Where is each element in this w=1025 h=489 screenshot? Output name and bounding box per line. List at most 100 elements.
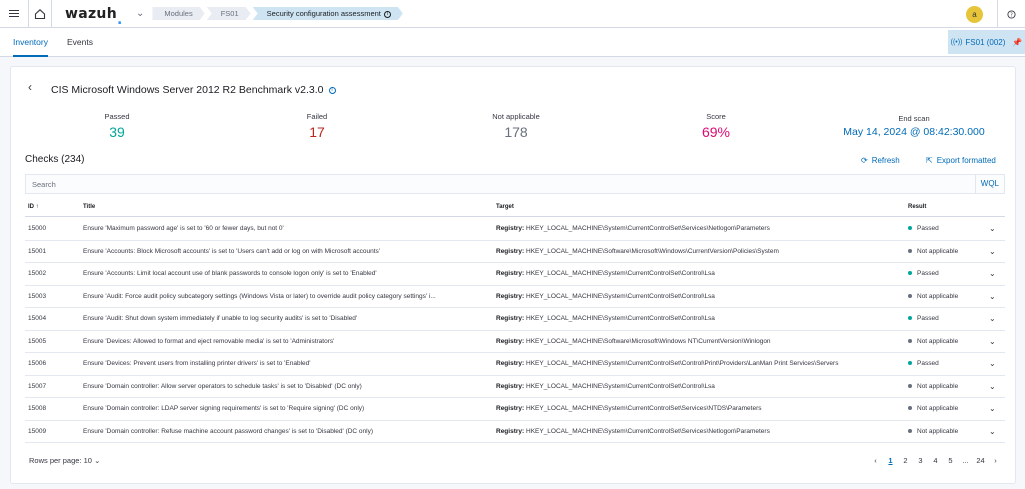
row-target: Registry: HKEY_LOCAL_MACHINE\System\Curr… xyxy=(496,360,839,367)
avatar[interactable]: a xyxy=(966,5,983,23)
stat-passed: Passed 39 xyxy=(91,112,143,140)
expand-chevron-icon[interactable]: ⌄ xyxy=(989,218,1003,240)
page-link[interactable]: ... xyxy=(958,456,973,465)
page-link[interactable]: 5 xyxy=(943,456,958,465)
breadcrumb-current: Security configuration assessment i xyxy=(253,7,403,20)
expand-chevron-icon[interactable]: ⌄ xyxy=(989,308,1003,330)
home-icon[interactable] xyxy=(28,0,52,28)
chevron-down-icon[interactable]: ⌄ xyxy=(136,8,144,19)
help-icon[interactable]: ? xyxy=(997,0,1025,28)
row-result: Not applicable xyxy=(908,376,988,398)
column-target-header[interactable]: Target xyxy=(496,198,906,217)
end-scan-value: May 14, 2024 @ 08:42:30.000 xyxy=(843,126,985,138)
row-title: Ensure 'Maximum password age' is set to … xyxy=(83,225,284,232)
row-title: Ensure 'Audit: Force audit policy subcat… xyxy=(83,292,436,300)
pin-icon[interactable]: 📌 xyxy=(1012,38,1022,47)
row-title: Ensure 'Audit: Shut down system immediat… xyxy=(83,315,358,322)
info-icon[interactable]: i xyxy=(328,86,336,94)
next-page-icon[interactable]: › xyxy=(988,456,1003,465)
page-link[interactable]: 4 xyxy=(928,456,943,465)
score-value: 69% xyxy=(701,124,731,140)
row-title: Ensure 'Domain controller: LDAP server s… xyxy=(83,405,365,412)
status-dot xyxy=(908,428,912,433)
chevron-down-icon: ⌄ xyxy=(94,456,101,465)
stat-failed: Failed 17 xyxy=(291,112,343,140)
status-dot xyxy=(908,316,912,321)
table-row[interactable]: 15002 Ensure 'Accounts: Limit local accou… xyxy=(25,263,1005,286)
breadcrumb-modules[interactable]: Modules xyxy=(152,7,204,20)
table-row[interactable]: 15006 Ensure 'Devices: Prevent users from… xyxy=(25,353,1005,376)
back-arrow-icon[interactable]: ‹ xyxy=(28,80,32,94)
column-title-header[interactable]: Title xyxy=(83,198,488,217)
row-target: Registry: HKEY_LOCAL_MACHINE\System\Curr… xyxy=(496,405,762,412)
table-row[interactable]: 15001 Ensure 'Accounts: Block Microsoft a… xyxy=(25,241,1005,263)
row-title: Ensure 'Accounts: Block Microsoft accoun… xyxy=(83,247,381,255)
page-link[interactable]: 24 xyxy=(973,456,988,465)
wazuh-logo[interactable]: wazuh. xyxy=(65,6,126,28)
table-row[interactable]: 15005 Ensure 'Devices: Allowed to format … xyxy=(25,331,1005,353)
expand-chevron-icon[interactable]: ⌄ xyxy=(989,263,1003,285)
refresh-button[interactable]: ⟳ Refresh xyxy=(861,156,900,165)
checks-title: Checks (234) xyxy=(25,154,85,165)
table-row[interactable]: 15003 Ensure 'Audit: Force audit policy s… xyxy=(25,286,1005,308)
tab-inventory[interactable]: Inventory xyxy=(13,28,48,57)
status-dot xyxy=(908,338,912,343)
page-link[interactable]: 1 xyxy=(883,456,898,465)
pagination: ‹ 1 2 3 4 5... 24 › xyxy=(868,456,1003,465)
export-icon: ⇱ xyxy=(926,156,933,165)
status-dot xyxy=(908,271,912,276)
row-title: Ensure 'Domain controller: Refuse machin… xyxy=(83,427,374,435)
breadcrumb: Modules FS01 Security configuration asse… xyxy=(152,7,405,20)
status-dot xyxy=(908,293,912,298)
expand-chevron-icon[interactable]: ⌄ xyxy=(989,353,1003,375)
table-row[interactable]: 15000 Ensure 'Maximum password age' is se… xyxy=(25,218,1005,241)
rows-per-page-button[interactable]: Rows per page: 10 ⌄ xyxy=(29,456,100,465)
column-id-header[interactable]: ID ↑ xyxy=(28,198,78,217)
svg-text:?: ? xyxy=(1010,12,1013,18)
row-target: Registry: HKEY_LOCAL_MACHINE\System\Curr… xyxy=(496,225,770,232)
search-bar: WQL xyxy=(25,174,1005,194)
column-result-header[interactable]: Result xyxy=(908,198,988,217)
breadcrumb-agent[interactable]: FS01 xyxy=(207,7,251,20)
row-title: Ensure 'Domain controller: Allow server … xyxy=(83,382,362,390)
agent-label: FS01 (002) xyxy=(965,37,1006,47)
row-target: Registry: HKEY_LOCAL_MACHINE\System\Curr… xyxy=(496,315,715,322)
table-row[interactable]: 15008 Ensure 'Domain controller: LDAP ser… xyxy=(25,398,1005,421)
expand-chevron-icon[interactable]: ⌄ xyxy=(989,398,1003,420)
expand-chevron-icon[interactable]: ⌄ xyxy=(989,286,1003,308)
tab-events[interactable]: Events xyxy=(67,28,93,57)
export-formatted-button[interactable]: ⇱ Export formatted xyxy=(926,156,996,165)
expand-chevron-icon[interactable]: ⌄ xyxy=(989,331,1003,353)
row-id: 15008 xyxy=(28,405,47,412)
expand-chevron-icon[interactable]: ⌄ xyxy=(989,421,1003,443)
table-row[interactable]: 15004 Ensure 'Audit: Shut down system imm… xyxy=(25,308,1005,331)
table-row[interactable]: 15007 Ensure 'Domain controller: Allow se… xyxy=(25,376,1005,398)
row-target: Registry: HKEY_LOCAL_MACHINE\System\Curr… xyxy=(496,270,715,277)
status-dot xyxy=(908,361,912,366)
policy-title: CIS Microsoft Windows Server 2012 R2 Ben… xyxy=(51,84,336,96)
row-target: Registry: HKEY_LOCAL_MACHINE\System\Curr… xyxy=(496,427,770,435)
wql-button[interactable]: WQL xyxy=(974,175,1004,193)
menu-icon[interactable] xyxy=(0,0,28,28)
agent-selector-button[interactable]: ((•)) FS01 (002) 📌 xyxy=(948,30,1025,54)
top-bar: wazuh. ⌄ Modules FS01 Security configura… xyxy=(0,0,1025,28)
passed-count[interactable]: 39 xyxy=(91,124,143,140)
stat-not-applicable: Not applicable 178 xyxy=(481,112,551,140)
page-link[interactable]: 2 xyxy=(898,456,913,465)
row-title: Ensure 'Accounts: Limit local account us… xyxy=(83,270,377,277)
status-dot xyxy=(908,383,912,388)
failed-count[interactable]: 17 xyxy=(291,124,343,140)
row-id: 15006 xyxy=(28,360,47,367)
table-header: ID ↑ Title Target Result xyxy=(25,198,1005,217)
agent-icon: ((•)) xyxy=(950,38,963,46)
page-link[interactable]: 3 xyxy=(913,456,928,465)
na-count[interactable]: 178 xyxy=(481,124,551,140)
expand-chevron-icon[interactable]: ⌄ xyxy=(989,376,1003,398)
status-dot xyxy=(908,226,912,231)
prev-page-icon[interactable]: ‹ xyxy=(868,456,883,465)
status-dot xyxy=(908,248,912,253)
expand-chevron-icon[interactable]: ⌄ xyxy=(989,241,1003,263)
table-row[interactable]: 15009 Ensure 'Domain controller: Refuse m… xyxy=(25,421,1005,443)
info-icon[interactable]: i xyxy=(384,11,391,18)
search-input[interactable] xyxy=(26,175,976,193)
